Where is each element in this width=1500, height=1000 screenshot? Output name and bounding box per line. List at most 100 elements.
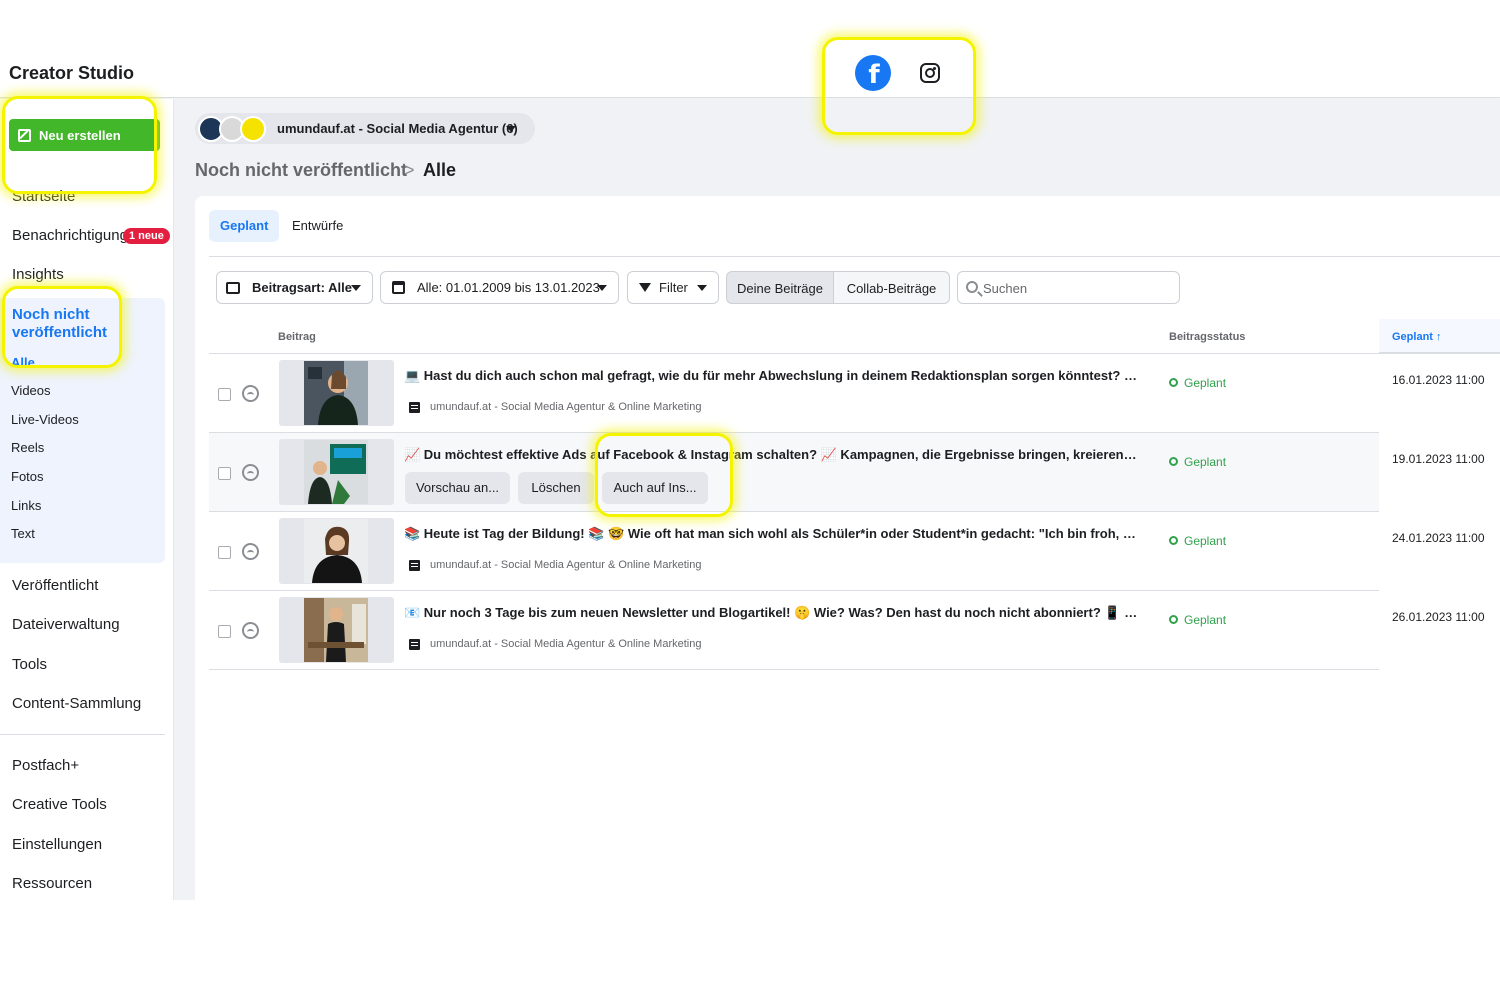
post-thumbnail (279, 360, 394, 426)
sidebar-sub-text[interactable]: Text (11, 526, 35, 541)
visibility-icon (242, 543, 259, 560)
tab-divider (209, 256, 1500, 257)
notification-badge: 1 neue (123, 228, 170, 244)
instagram-share-highlight (595, 433, 733, 517)
status-badge: Geplant (1169, 455, 1226, 469)
sidebar-sub-links[interactable]: Links (11, 498, 41, 513)
page-icon (409, 560, 420, 571)
thumbnail-image (304, 598, 368, 662)
row-checkbox[interactable] (218, 388, 231, 401)
chevron-down-icon (351, 285, 361, 291)
chevron-down-icon (506, 126, 516, 132)
search-box (957, 271, 1180, 304)
post-title[interactable]: 📚 Heute ist Tag der Bildung! 📚 🤓 Wie oft… (404, 526, 1144, 542)
post-page-name: umundauf.at - Social Media Agentur & Onl… (430, 638, 702, 650)
post-page-name: umundauf.at - Social Media Agentur & Onl… (430, 401, 702, 413)
row-checkbox[interactable] (218, 625, 231, 638)
scheduled-date: 26.01.2023 11:00 (1392, 610, 1485, 624)
sidebar-item-published[interactable]: Veröffentlicht (12, 577, 98, 594)
column-scheduled-label: Geplant ↑ (1392, 331, 1442, 343)
table-row[interactable]: 📧 Nur noch 3 Tage bis zum neuen Newslett… (209, 591, 1500, 670)
page-icon (409, 402, 420, 413)
date-cell: 19.01.2023 11:00 (1379, 433, 1500, 512)
sidebar-item-insights[interactable]: Insights (12, 266, 64, 283)
tab-drafts[interactable]: Entwürfe (281, 210, 354, 242)
scheduled-date: 19.01.2023 11:00 (1392, 452, 1485, 466)
post-thumbnail (279, 597, 394, 663)
instagram-icon[interactable] (920, 63, 940, 83)
breadcrumb-separator: > (404, 160, 415, 180)
thumbnail-image (304, 440, 368, 504)
chevron-down-icon (597, 285, 607, 291)
create-button-highlight (2, 96, 157, 194)
sidebar-item-creative-tools[interactable]: Creative Tools (12, 796, 107, 813)
date-cell: 16.01.2023 11:00 (1379, 354, 1500, 433)
filter-icon (639, 283, 651, 292)
account-label: umundauf.at - Social Media Agentur (6) (277, 121, 518, 136)
visibility-icon (242, 385, 259, 402)
column-post[interactable]: Beitrag (278, 331, 316, 343)
post-title[interactable]: 📧 Nur noch 3 Tage bis zum neuen Newslett… (404, 605, 1144, 621)
scheduled-date: 16.01.2023 11:00 (1392, 373, 1485, 387)
table-row[interactable]: 📈 Du möchtest effektive Ads auf Facebook… (209, 433, 1500, 512)
sidebar-item-tools[interactable]: Tools (12, 656, 47, 673)
sidebar-sub-videos[interactable]: Videos (11, 383, 51, 398)
search-icon (966, 281, 978, 293)
unpublished-highlight (2, 286, 122, 368)
date-cell: 26.01.2023 11:00 (1379, 591, 1500, 670)
thumbnail-image (304, 519, 368, 583)
filter-label: Filter (659, 280, 688, 295)
chevron-down-icon (697, 285, 707, 291)
account-avatar (240, 116, 266, 142)
filter-dropdown[interactable]: Filter (627, 271, 719, 304)
status-badge: Geplant (1169, 534, 1226, 548)
sidebar-item-inbox[interactable]: Postfach+ (12, 757, 79, 774)
platform-switch-highlight (822, 37, 976, 135)
sidebar-sub-live-videos[interactable]: Live-Videos (11, 412, 79, 427)
post-type-dropdown[interactable]: Beitragsart: Alle (216, 271, 373, 304)
status-badge: Geplant (1169, 376, 1226, 390)
column-status[interactable]: Beitragsstatus (1169, 331, 1245, 343)
sidebar-divider (0, 734, 165, 735)
preview-button[interactable]: Vorschau an... (405, 472, 510, 504)
post-type-icon (226, 281, 240, 294)
row-checkbox[interactable] (218, 546, 231, 559)
thumbnail-image (304, 361, 368, 425)
tab-scheduled[interactable]: Geplant (209, 210, 280, 242)
date-cell: 24.01.2023 11:00 (1379, 512, 1500, 591)
sidebar-item-file-manager[interactable]: Dateiverwaltung (12, 616, 120, 633)
sidebar-sub-photos[interactable]: Fotos (11, 469, 44, 484)
post-thumbnail (279, 518, 394, 584)
post-thumbnail (279, 439, 394, 505)
facebook-icon[interactable]: f (855, 55, 891, 91)
collab-posts-toggle[interactable]: Collab-Beiträge (834, 271, 950, 304)
post-title[interactable]: 📈 Du möchtest effektive Ads auf Facebook… (404, 447, 1139, 463)
own-posts-toggle[interactable]: Deine Beiträge (726, 271, 834, 304)
app-title: Creator Studio (9, 63, 135, 83)
calendar-icon (392, 281, 405, 294)
post-page-name: umundauf.at - Social Media Agentur & Onl… (430, 559, 702, 571)
post-type-label: Beitragsart: Alle (252, 280, 352, 295)
scheduled-date: 24.01.2023 11:00 (1392, 531, 1485, 545)
visibility-icon (242, 464, 259, 481)
column-scheduled[interactable]: Geplant ↑ (1379, 319, 1500, 353)
row-checkbox[interactable] (218, 467, 231, 480)
breadcrumb-parent[interactable]: Noch nicht veröffentlicht (195, 160, 407, 181)
account-selector[interactable]: umundauf.at - Social Media Agentur (6) (195, 113, 535, 144)
date-range-dropdown[interactable]: Alle: 01.01.2009 bis 13.01.2023 (380, 271, 619, 304)
page-icon (409, 639, 420, 650)
visibility-icon (242, 622, 259, 639)
top-bar: Creator Studio (0, 0, 1500, 98)
table-row[interactable]: 💻 Hast du dich auch schon mal gefragt, w… (209, 354, 1500, 433)
search-input[interactable] (983, 279, 1173, 297)
creator-studio-window: Creator Studio f Neu erstellen Startseit… (0, 0, 1500, 1000)
sidebar-item-content-collection[interactable]: Content-Sammlung (12, 695, 141, 712)
sidebar-sub-reels[interactable]: Reels (11, 440, 44, 455)
delete-button[interactable]: Löschen (518, 472, 594, 504)
table-row[interactable]: 📚 Heute ist Tag der Bildung! 📚 🤓 Wie oft… (209, 512, 1500, 591)
date-range-label: Alle: 01.01.2009 bis 13.01.2023 (417, 280, 600, 295)
status-badge: Geplant (1169, 613, 1226, 627)
sidebar-item-settings[interactable]: Einstellungen (12, 836, 102, 853)
sidebar-item-resources[interactable]: Ressourcen (12, 875, 92, 892)
post-title[interactable]: 💻 Hast du dich auch schon mal gefragt, w… (404, 368, 1144, 384)
